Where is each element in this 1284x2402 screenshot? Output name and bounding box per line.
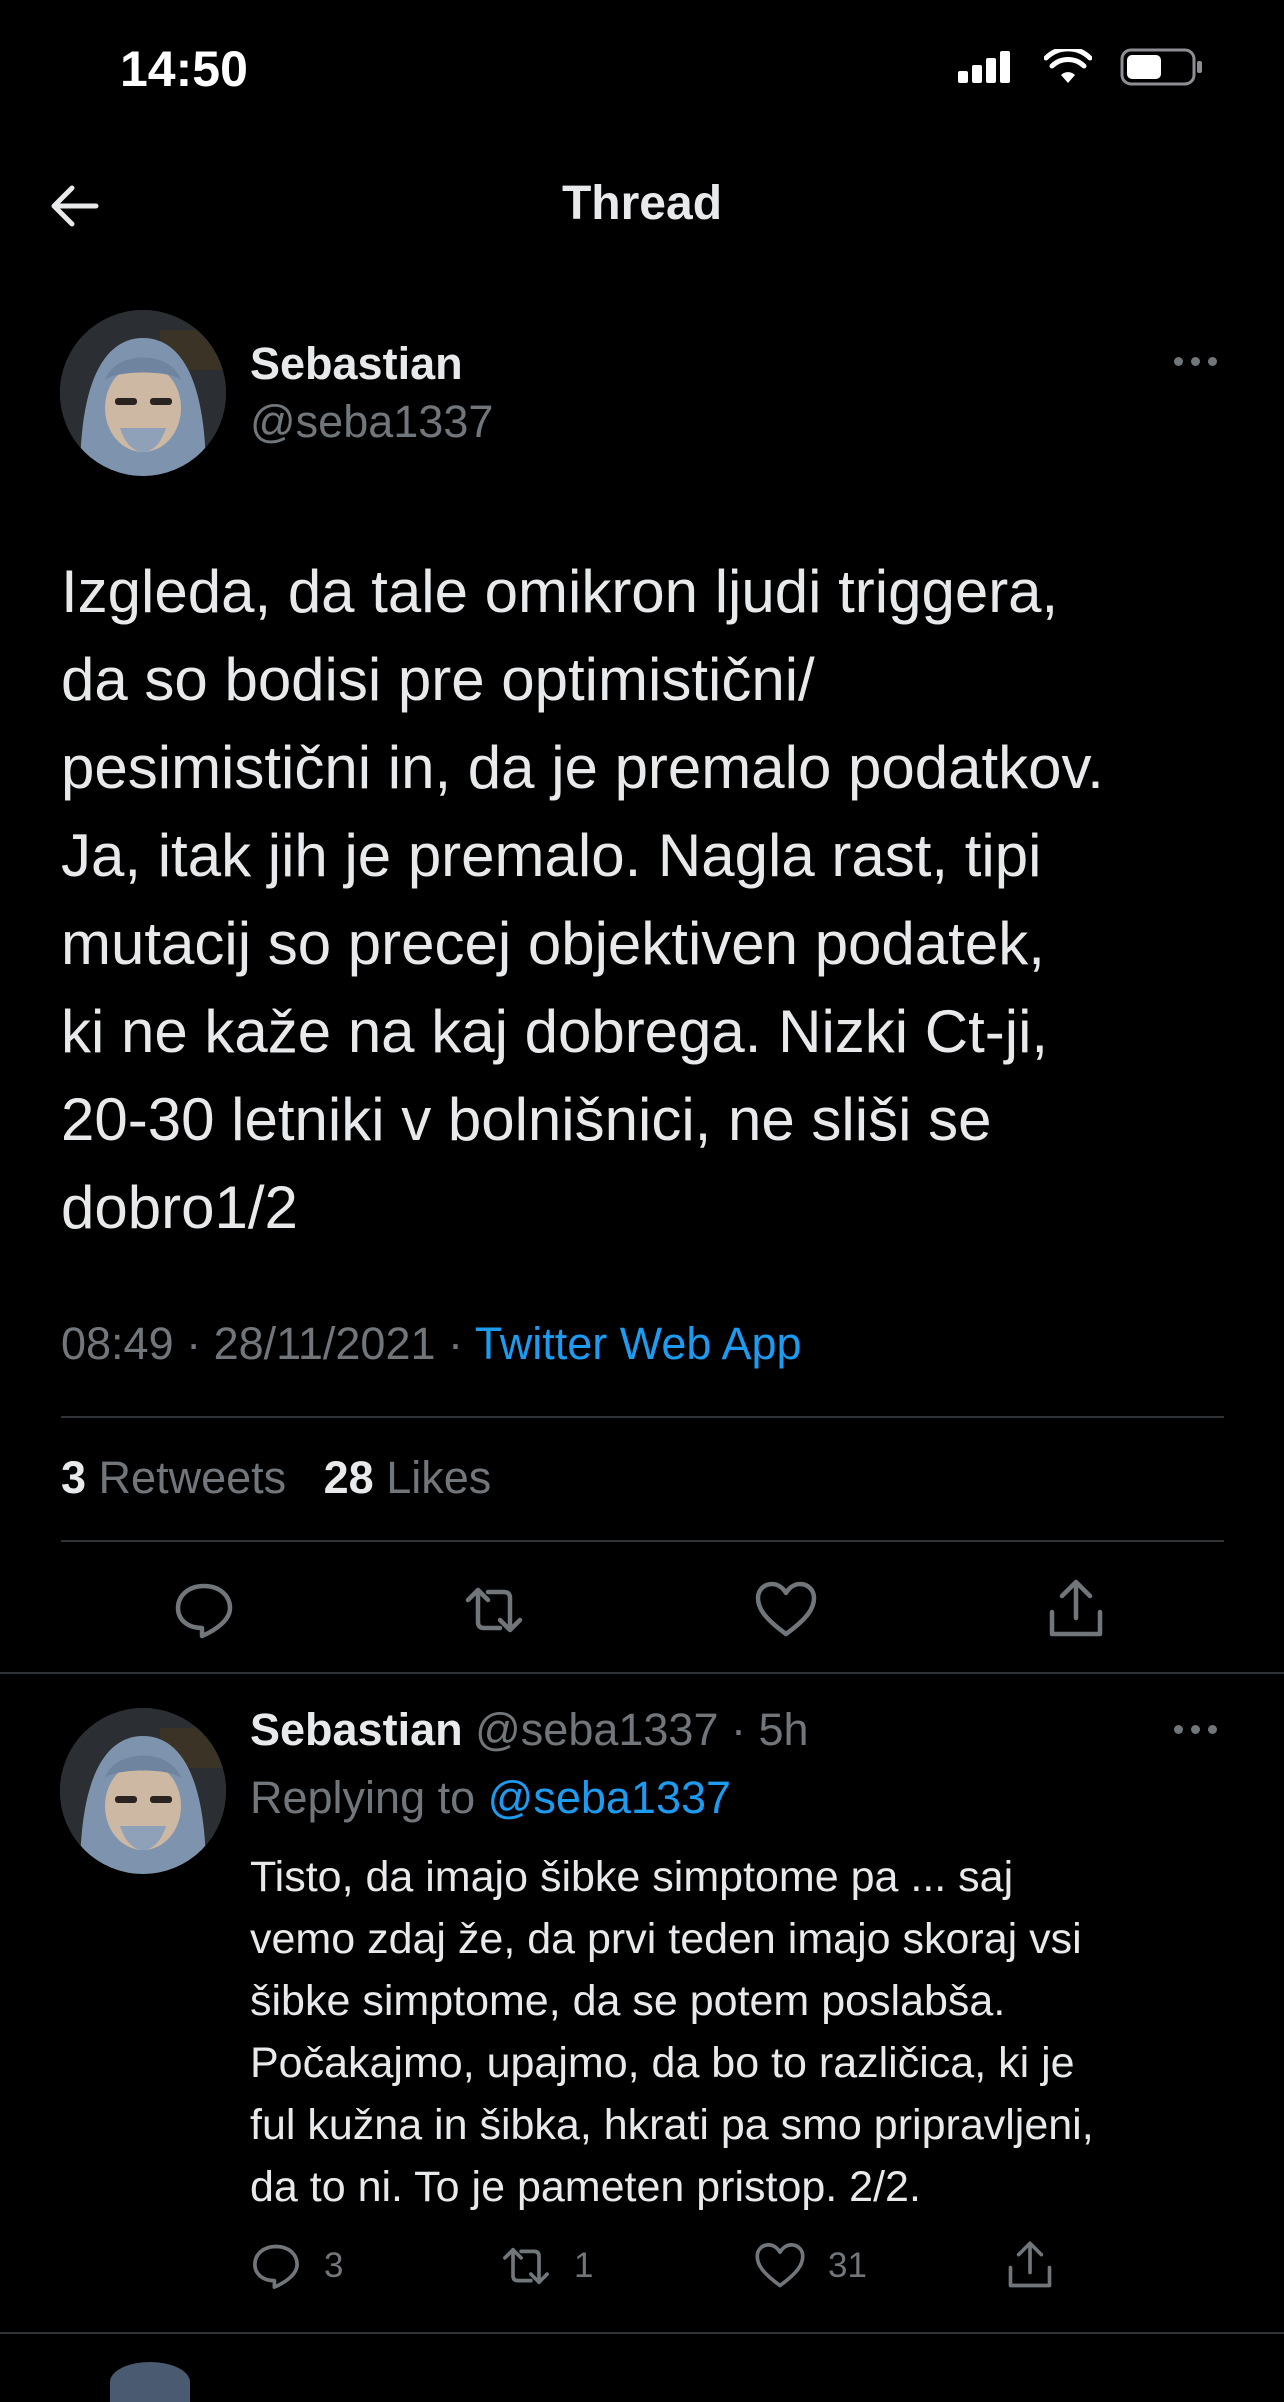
avatar[interactable] (60, 310, 226, 476)
author-handle[interactable]: @seba1337 (250, 396, 493, 448)
retweet-label[interactable]: Retweets (99, 1452, 287, 1503)
author-name[interactable]: Sebastian (250, 338, 463, 390)
reply-icon[interactable] (172, 1578, 236, 1642)
battery-icon (1120, 48, 1202, 86)
tweet-time: 08:49 (61, 1318, 174, 1369)
like-label[interactable]: Likes (386, 1452, 491, 1503)
reply-header: Sebastian @seba1337 · 5h (250, 1704, 809, 1755)
reply-author-handle[interactable]: @seba1337 (475, 1704, 718, 1755)
tweet-date: 28/11/2021 (213, 1318, 436, 1369)
reply-more-icon[interactable] (1174, 1722, 1222, 1736)
reply-like-action[interactable]: 31 (754, 2240, 867, 2292)
signal-icon (958, 51, 1010, 83)
more-icon[interactable] (1174, 354, 1222, 368)
retweet-count[interactable]: 3 (61, 1452, 86, 1503)
avatar-image (60, 310, 226, 476)
replying-to-handle[interactable]: @seba1337 (488, 1772, 731, 1823)
tweet-meta: 08:49 · 28/11/2021 · Twitter Web App (61, 1318, 802, 1369)
reply-reply-count: 3 (324, 2246, 344, 2285)
like-icon[interactable] (754, 1578, 818, 1642)
reply-icon[interactable] (250, 2240, 302, 2292)
replying-to: Replying to @seba1337 (250, 1772, 731, 1824)
replying-to-label: Replying to (250, 1772, 476, 1823)
wifi-icon (1044, 49, 1092, 83)
like-count[interactable]: 28 (324, 1452, 374, 1503)
like-icon[interactable] (754, 2240, 806, 2292)
page-title: Thread (561, 177, 723, 230)
reply-like-count: 31 (828, 2246, 867, 2285)
next-avatar-partial (110, 2362, 190, 2402)
retweet-icon[interactable] (462, 1578, 526, 1642)
reply-retweet-count: 1 (574, 2246, 594, 2285)
status-icons (956, 48, 1204, 86)
divider (61, 1540, 1224, 1542)
reply-avatar[interactable] (60, 1708, 226, 1874)
reply-text: Tisto, da imajo šibke simptome pa ... sa… (250, 1853, 1094, 2211)
divider (0, 1672, 1284, 1674)
reply-age: 5h (758, 1704, 809, 1755)
avatar-image (60, 1708, 226, 1874)
divider (61, 1416, 1224, 1418)
reply-reply-action[interactable]: 3 (250, 2240, 343, 2292)
tweet-source-link[interactable]: Twitter Web App (475, 1318, 802, 1369)
reply-author-name[interactable]: Sebastian (250, 1704, 463, 1755)
share-icon[interactable] (1044, 1578, 1108, 1642)
retweet-icon[interactable] (500, 2240, 552, 2292)
share-icon[interactable] (1004, 2240, 1056, 2292)
reply-retweet-action[interactable]: 1 (500, 2240, 593, 2292)
status-time: 14:50 (120, 41, 248, 97)
divider (0, 2332, 1284, 2334)
reply-share-action[interactable] (1004, 2240, 1056, 2292)
tweet-text: Izgleda, da tale omikron ljudi triggera,… (61, 558, 1104, 1241)
tweet-stats: 3 Retweets 28 Likes (61, 1452, 491, 1504)
